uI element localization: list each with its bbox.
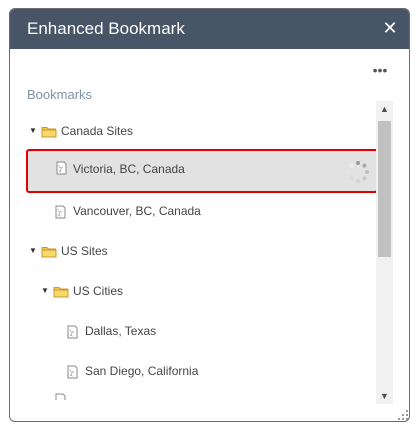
bookmark-tree: ▼ Canada Sites Victoria, BC, Canada Vanc… — [10, 105, 376, 400]
bookmark-icon — [55, 393, 66, 400]
ellipsis-icon[interactable]: ••• — [369, 61, 391, 79]
loading-spinner-icon — [347, 161, 369, 183]
tree-item-partial[interactable] — [10, 389, 376, 400]
tree-item-label: Dallas, Texas — [85, 324, 157, 338]
tree-item-label: Canada Sites — [61, 124, 134, 138]
tree-item-canada-sites[interactable]: ▼ Canada Sites — [10, 113, 376, 153]
scroll-down-arrow-icon[interactable]: ▼ — [376, 388, 393, 404]
folder-icon — [41, 127, 57, 138]
caret-down-icon[interactable]: ▼ — [40, 286, 50, 296]
panel-title: Enhanced Bookmark — [27, 19, 185, 38]
tree-item-victoria[interactable]: Victoria, BC, Canada — [26, 149, 376, 193]
bookmark-icon — [56, 161, 67, 175]
section-label: Bookmarks — [27, 87, 93, 102]
tree-item-us-sites[interactable]: ▼ US Sites — [10, 233, 376, 273]
folder-icon — [53, 287, 69, 298]
tree-item-label: Victoria, BC, Canada — [73, 162, 185, 176]
tree-item-label: US Cities — [73, 284, 124, 298]
titlebar: Enhanced Bookmark ✕ — [10, 9, 409, 49]
tree-scrollbar[interactable]: ▲ ▼ — [376, 101, 393, 404]
tree-item-san-diego[interactable]: San Diego, California — [10, 353, 376, 393]
tree-item-dallas[interactable]: Dallas, Texas — [10, 313, 376, 353]
bookmark-icon — [55, 205, 66, 219]
folder-icon — [41, 247, 57, 258]
caret-down-icon[interactable]: ▼ — [28, 246, 38, 256]
tree-item-us-cities[interactable]: ▼ US Cities — [10, 273, 376, 313]
bookmark-icon — [67, 365, 78, 379]
tree-item-label: US Sites — [61, 244, 108, 258]
resize-grip-icon[interactable] — [397, 409, 409, 421]
tree-item-label: San Diego, California — [85, 364, 199, 378]
tree-item-label: Vancouver, BC, Canada — [73, 204, 201, 218]
enhanced-bookmark-panel: Enhanced Bookmark ✕ ••• Bookmarks ▼ Cana… — [9, 8, 410, 422]
caret-down-icon[interactable]: ▼ — [28, 126, 38, 136]
close-icon[interactable]: ✕ — [379, 17, 401, 39]
scroll-thumb[interactable] — [378, 121, 391, 257]
bookmark-icon — [67, 325, 78, 339]
tree-item-vancouver[interactable]: Vancouver, BC, Canada — [10, 193, 376, 233]
scroll-up-arrow-icon[interactable]: ▲ — [376, 101, 393, 117]
